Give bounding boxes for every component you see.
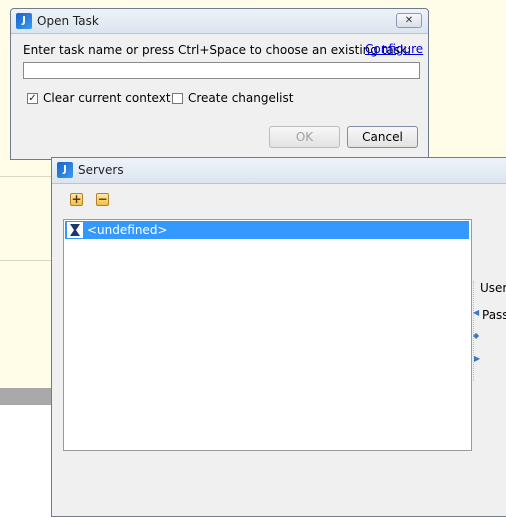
password-label: Passw bbox=[482, 308, 506, 322]
add-server-button[interactable]: + bbox=[70, 193, 83, 206]
server-name: <undefined> bbox=[87, 223, 168, 237]
close-button[interactable]: ✕ bbox=[396, 13, 422, 28]
arrow-left-icon[interactable]: ◀ bbox=[473, 308, 479, 317]
task-name-input[interactable] bbox=[23, 62, 420, 79]
dialog-title: Open Task bbox=[37, 14, 99, 28]
create-changelist-checkbox[interactable]: Create changelist bbox=[172, 91, 293, 105]
dialog-title: Servers bbox=[78, 163, 124, 177]
background-strip bbox=[0, 388, 52, 405]
checkbox-unchecked-icon[interactable] bbox=[172, 92, 183, 104]
servers-dialog: J Servers + − <undefined> ◀ ◆ ▶ Userna P… bbox=[51, 157, 506, 517]
list-item[interactable]: <undefined> bbox=[65, 221, 469, 239]
cancel-button[interactable]: Cancel bbox=[347, 126, 418, 148]
server-icon bbox=[67, 222, 83, 238]
task-prompt-label: Enter task name or press Ctrl+Space to c… bbox=[23, 43, 412, 57]
dialog-titlebar[interactable]: J Servers bbox=[52, 158, 506, 184]
configure-link[interactable]: Configure bbox=[365, 42, 423, 56]
intellij-icon: J bbox=[57, 162, 73, 178]
open-task-dialog: J Open Task ✕ Enter task name or press C… bbox=[10, 8, 429, 160]
ok-button[interactable]: OK bbox=[269, 126, 340, 148]
arrow-both-icon[interactable]: ◆ bbox=[473, 331, 479, 340]
create-changelist-label: Create changelist bbox=[188, 91, 294, 105]
clear-context-label: Clear current context bbox=[43, 91, 171, 105]
remove-server-button[interactable]: − bbox=[96, 193, 109, 206]
checkbox-checked-icon[interactable]: ✓ bbox=[27, 92, 38, 104]
username-label: Userna bbox=[480, 281, 506, 295]
intellij-icon: J bbox=[16, 13, 32, 29]
clear-context-checkbox[interactable]: ✓ Clear current context bbox=[27, 91, 171, 105]
dialog-titlebar[interactable]: J Open Task ✕ bbox=[11, 9, 428, 34]
arrow-right-icon[interactable]: ▶ bbox=[474, 354, 480, 363]
server-list[interactable]: <undefined> bbox=[63, 219, 472, 451]
